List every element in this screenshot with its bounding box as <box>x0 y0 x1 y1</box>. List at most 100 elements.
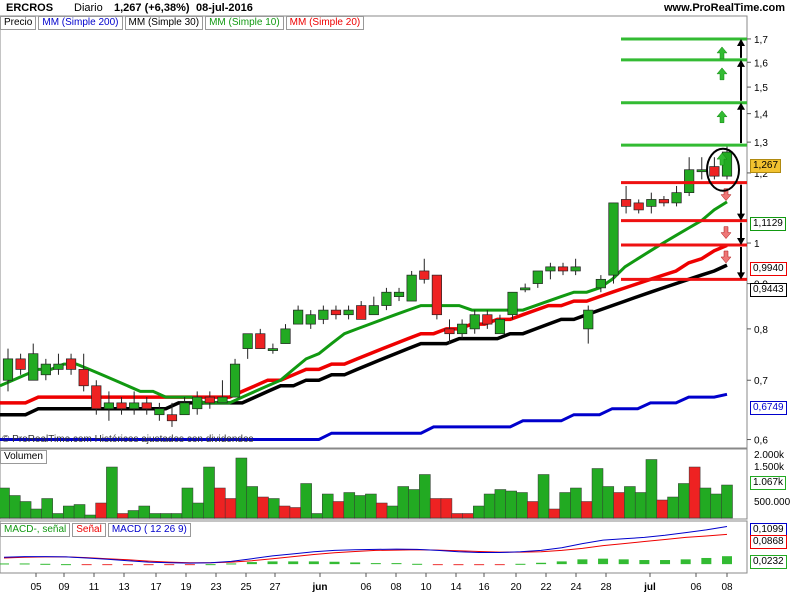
macd-histogram-bar <box>536 562 547 565</box>
volume-bar <box>537 474 550 519</box>
candle-body <box>520 287 531 291</box>
candle-body <box>633 202 644 211</box>
mm10-tag: 1,1129 <box>750 217 786 231</box>
macd-histogram-bar <box>494 564 505 566</box>
y-tick-label: 1,3 <box>754 138 768 149</box>
candle-body <box>192 396 203 410</box>
macd-histogram-bar <box>577 559 588 565</box>
candle-body <box>217 396 228 404</box>
candle-body <box>368 305 379 316</box>
volume-bar <box>321 493 334 519</box>
macd-label-a[interactable]: MACD-, señal <box>0 523 71 537</box>
volume-bar <box>214 487 226 519</box>
x-tick-label: 27 <box>269 582 281 593</box>
indicator-legend: Precio MM (Simple 200) MM (Simple 30) MM… <box>0 16 366 30</box>
volume-bar <box>268 498 280 519</box>
volume-bar <box>106 466 118 519</box>
volume-bar <box>127 510 140 519</box>
volume-bar <box>116 513 129 519</box>
legend-price[interactable]: Precio <box>0 16 37 30</box>
header-symbol: ERCROS <box>6 2 54 14</box>
candle-body <box>154 408 165 416</box>
volume-bar <box>246 486 258 519</box>
macd-histogram-bar <box>329 561 340 565</box>
candle-body <box>621 199 632 207</box>
candle-body <box>103 402 114 410</box>
macd-histogram-bar <box>288 561 299 565</box>
volume-bar <box>419 474 431 519</box>
candle-body <box>431 274 442 316</box>
macd-histogram-bar <box>19 563 30 565</box>
header-period: Diario <box>74 2 103 14</box>
candle-body <box>381 291 392 306</box>
volume-bar <box>343 492 356 519</box>
candle-body <box>15 358 26 370</box>
volume-bar <box>52 513 64 519</box>
macd-histogram-bar <box>515 563 526 565</box>
volume-bar <box>354 495 366 519</box>
candle-body <box>255 333 266 349</box>
macd-histogram-bar <box>432 564 443 566</box>
macd-tag-3: 0,0232 <box>750 555 787 569</box>
volume-bar <box>451 513 463 519</box>
macd-histogram-bar <box>660 560 671 565</box>
macd-label-c[interactable]: MACD ( 12 26 9) <box>107 523 191 537</box>
volume-bar <box>591 468 604 519</box>
volume-bar <box>332 501 345 519</box>
candle-body <box>393 291 405 297</box>
volume-bar <box>9 495 21 519</box>
volume-bar <box>408 489 420 519</box>
volume-bar <box>613 492 625 519</box>
volume-bar <box>494 489 507 519</box>
candle-body <box>608 202 619 276</box>
candle-body <box>179 402 190 416</box>
candle-body <box>507 291 518 316</box>
macd-histogram-bar <box>308 561 319 565</box>
up-arrow-icon <box>716 67 728 81</box>
y-tick-label: 1,6 <box>754 58 768 69</box>
volume-bar <box>699 487 712 519</box>
candle-body <box>595 278 606 289</box>
header-change: 1,267 (+6,38%) <box>114 2 190 14</box>
candle-body <box>267 348 278 351</box>
legend-mm10[interactable]: MM (Simple 10) <box>205 16 284 30</box>
volume-bar <box>95 502 107 519</box>
legend-mm30[interactable]: MM (Simple 30) <box>124 16 204 30</box>
volume-bar <box>235 457 248 519</box>
x-tick-label: 23 <box>210 582 222 593</box>
volume-bar <box>386 505 399 519</box>
x-tick-label: 24 <box>570 582 582 593</box>
chart-header: ERCROS Diario 1,267 (+6,38%) 08-jul-2016… <box>0 0 792 16</box>
y-tick-label: 1,4 <box>754 110 768 121</box>
legend-mm20[interactable]: MM (Simple 20) <box>285 16 365 30</box>
volume-tag-1500: 1.500k <box>754 462 785 473</box>
legend-mm200[interactable]: MM (Simple 200) <box>38 16 123 30</box>
macd-label-b[interactable]: Señal <box>72 523 106 537</box>
volume-bar <box>710 493 722 519</box>
x-tick-label: 17 <box>150 582 162 593</box>
candle-body <box>557 266 569 272</box>
macd-histogram-bar <box>102 564 113 566</box>
x-tick-label: 16 <box>478 582 490 593</box>
x-tick-label: 11 <box>89 582 100 593</box>
candle-body <box>570 266 581 272</box>
x-tick-label: 14 <box>450 582 462 593</box>
x-tick-label: jun <box>312 582 328 593</box>
candle-body <box>532 270 543 284</box>
volume-bar <box>602 486 615 519</box>
macd-histogram-bar <box>184 564 195 566</box>
volume-bar <box>138 505 151 519</box>
volume-bar <box>429 498 442 519</box>
macd-tag-2: 0,0868 <box>750 535 787 549</box>
x-tick-label: 22 <box>540 582 552 593</box>
macd-histogram-bar <box>350 562 361 565</box>
candle-body <box>419 270 430 280</box>
x-tick-label: 25 <box>240 582 252 593</box>
candle-body <box>671 192 682 204</box>
volume-bar <box>516 492 528 519</box>
macd-histogram-bar <box>164 564 175 566</box>
x-tick-label: 28 <box>600 582 612 593</box>
volume-bar <box>667 496 679 519</box>
candle-body <box>305 314 316 325</box>
volume-bar <box>559 492 571 519</box>
